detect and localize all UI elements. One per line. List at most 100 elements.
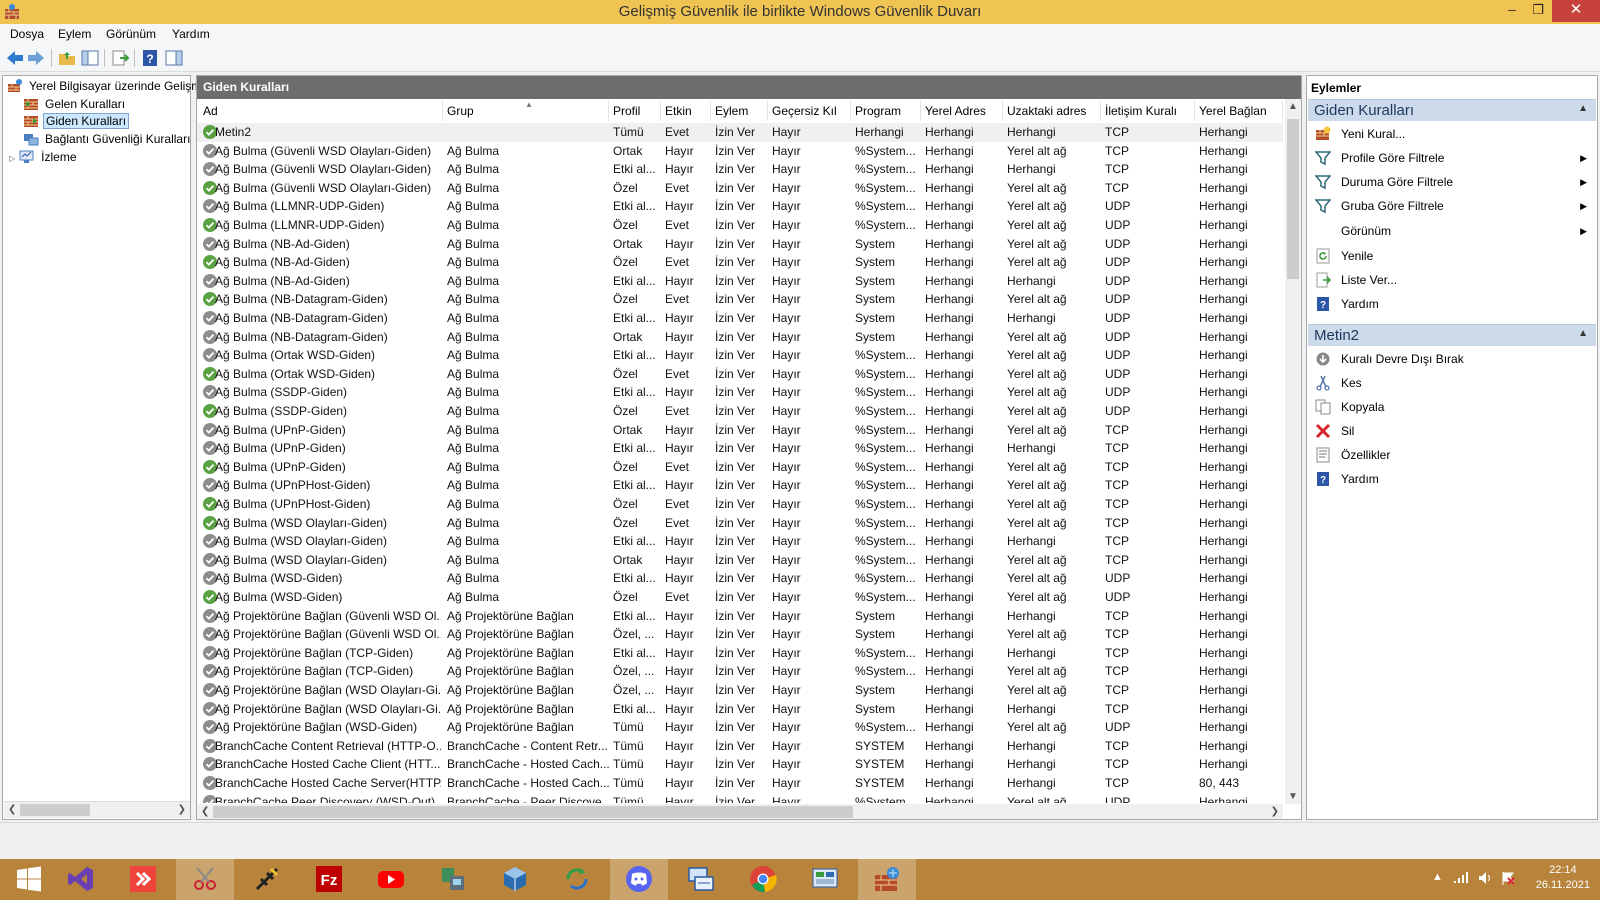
tree-item-inbound-rules[interactable]: Gelen Kuralları bbox=[23, 96, 127, 113]
action-filter-by-profile[interactable]: Profile Göre Filtrele ▶ bbox=[1315, 148, 1595, 168]
taskbar-network-tool[interactable] bbox=[424, 859, 482, 900]
taskbar-chrome[interactable] bbox=[734, 859, 792, 900]
column-header-enabled[interactable]: Etkin bbox=[661, 101, 711, 121]
rule-row[interactable]: Ağ Projektörüne Bağlan (WSD-Giden) Ağ Pro… bbox=[197, 718, 1283, 737]
scroll-right-icon[interactable]: ❯ bbox=[1271, 806, 1279, 817]
scroll-left-icon[interactable]: ❮ bbox=[8, 804, 16, 815]
taskbar-remote-desktop[interactable] bbox=[672, 859, 730, 900]
action-new-rule[interactable]: Yeni Kural... bbox=[1315, 124, 1595, 144]
rule-row[interactable]: Ağ Bulma (SSDP-Giden) Ağ Bulma Etki al... H… bbox=[197, 383, 1283, 402]
rule-row[interactable]: Ağ Bulma (SSDP-Giden) Ağ Bulma Özel Evet İzi… bbox=[197, 402, 1283, 421]
back-arrow-icon[interactable] bbox=[5, 48, 25, 68]
vertical-scrollbar[interactable]: ▲ ▼ bbox=[1285, 99, 1301, 804]
taskbar-3d-app[interactable] bbox=[486, 859, 544, 900]
tray-expand-icon[interactable]: ▲ bbox=[1432, 871, 1443, 883]
show-hide-tree-icon[interactable] bbox=[80, 48, 100, 68]
scroll-down-icon[interactable]: ▼ bbox=[1288, 791, 1298, 802]
horizontal-scrollbar[interactable]: ❮ ❯ bbox=[197, 804, 1283, 819]
menu-view[interactable]: Görünüm bbox=[106, 27, 156, 41]
scroll-up-icon[interactable]: ▲ bbox=[1288, 101, 1298, 112]
rule-row[interactable]: Ağ Bulma (UPnP-Giden) Ağ Bulma Ortak Hayır İ… bbox=[197, 421, 1283, 440]
taskbar-discord[interactable] bbox=[610, 859, 668, 900]
rule-row[interactable]: BranchCache Hosted Cache Server(HTTP... B… bbox=[197, 774, 1283, 793]
taskbar-control-panel[interactable] bbox=[796, 859, 854, 900]
taskbar-launcher[interactable] bbox=[238, 859, 296, 900]
column-header-action[interactable]: Eylem bbox=[711, 101, 768, 121]
actions-section-outbound[interactable]: Giden Kuralları ▲ bbox=[1308, 99, 1596, 121]
scroll-thumb[interactable] bbox=[20, 804, 90, 816]
expand-icon[interactable]: ▷ bbox=[9, 154, 15, 163]
close-button[interactable]: ✕ bbox=[1552, 0, 1600, 22]
rule-row[interactable]: Ağ Bulma (LLMNR-UDP-Giden) Ağ Bulma Etki a… bbox=[197, 197, 1283, 216]
column-header-local-port[interactable]: Yerel Bağlan bbox=[1195, 101, 1283, 121]
taskbar-anydesk[interactable] bbox=[114, 859, 172, 900]
collapse-icon[interactable]: ▲ bbox=[1578, 328, 1588, 339]
column-header-program[interactable]: Program bbox=[851, 101, 921, 121]
menu-file[interactable]: Dosya bbox=[10, 27, 44, 41]
rule-row[interactable]: Metin2 Tümü Evet İzin Ver Hayır Herhangi Herha… bbox=[197, 123, 1283, 142]
maximize-button[interactable]: ❐ bbox=[1522, 0, 1554, 22]
action-filter-by-state[interactable]: Duruma Göre Filtrele ▶ bbox=[1315, 172, 1595, 192]
rule-row[interactable]: BranchCache Hosted Cache Client (HTT... B… bbox=[197, 755, 1283, 774]
rule-row[interactable]: Ağ Projektörüne Bağlan (Güvenli WSD Ol..… bbox=[197, 625, 1283, 644]
taskbar-clock[interactable]: 22:14 26.11.2021 bbox=[1536, 863, 1590, 893]
show-action-pane-icon[interactable] bbox=[164, 48, 184, 68]
taskbar-visual-studio[interactable] bbox=[52, 859, 110, 900]
action-help[interactable]: ? Yardım bbox=[1315, 294, 1595, 314]
action-cut[interactable]: Kes bbox=[1315, 373, 1595, 393]
rule-row[interactable]: Ağ Bulma (UPnPHost-Giden) Ağ Bulma Etki al… bbox=[197, 476, 1283, 495]
collapse-icon[interactable]: ▲ bbox=[1578, 103, 1588, 114]
rule-row[interactable]: Ağ Bulma (WSD-Giden) Ağ Bulma Etki al... Ha… bbox=[197, 569, 1283, 588]
column-header-protocol[interactable]: İletişim Kuralı bbox=[1101, 101, 1195, 121]
rule-row[interactable]: Ağ Bulma (WSD Olayları-Giden) Ağ Bulma Etk… bbox=[197, 532, 1283, 551]
column-header-local-address[interactable]: Yerel Adres bbox=[921, 101, 1003, 121]
taskbar-youtube[interactable] bbox=[362, 859, 420, 900]
column-header-profile[interactable]: Profil bbox=[609, 101, 661, 121]
actions-section-selected-rule[interactable]: Metin2 ▲ bbox=[1308, 324, 1596, 346]
rule-row[interactable]: Ağ Bulma (Güvenli WSD Olayları-Giden) Ağ … bbox=[197, 160, 1283, 179]
scroll-left-icon[interactable]: ❮ bbox=[201, 806, 209, 817]
rule-row[interactable]: Ağ Projektörüne Bağlan (Güvenli WSD Ol..… bbox=[197, 607, 1283, 626]
export-list-icon[interactable] bbox=[110, 48, 130, 68]
action-view[interactable]: Görünüm ▶ bbox=[1315, 221, 1595, 241]
tree-item-monitoring[interactable]: ▷ İzleme bbox=[9, 149, 79, 166]
rule-row[interactable]: Ağ Bulma (Ortak WSD-Giden) Ağ Bulma Özel Ev… bbox=[197, 365, 1283, 384]
rule-row[interactable]: Ağ Bulma (NB-Ad-Giden) Ağ Bulma Özel Evet İz… bbox=[197, 253, 1283, 272]
rule-row[interactable]: Ağ Bulma (Ortak WSD-Giden) Ağ Bulma Etki a… bbox=[197, 346, 1283, 365]
column-header-override[interactable]: Geçersiz Kıl bbox=[768, 101, 851, 121]
rule-row[interactable]: Ağ Bulma (UPnP-Giden) Ağ Bulma Etki al... H… bbox=[197, 439, 1283, 458]
rule-row[interactable]: Ağ Bulma (NB-Ad-Giden) Ağ Bulma Etki al...… bbox=[197, 272, 1283, 291]
taskbar-snipping-tool[interactable] bbox=[176, 859, 234, 900]
help-icon[interactable]: ? bbox=[140, 48, 160, 68]
tree-root[interactable]: Yerel Bilgisayar üzerinde Gelişmi bbox=[7, 78, 206, 95]
taskbar-firewall[interactable] bbox=[858, 859, 916, 900]
rule-row[interactable]: Ağ Projektörüne Bağlan (TCP-Giden) Ağ Pro… bbox=[197, 644, 1283, 663]
taskbar-refresh-app[interactable] bbox=[548, 859, 606, 900]
column-header-remote-address[interactable]: Uzaktaki adres bbox=[1003, 101, 1101, 121]
action-center-flag-icon[interactable] bbox=[1500, 871, 1516, 886]
action-export-list[interactable]: Liste Ver... bbox=[1315, 270, 1595, 290]
rule-row[interactable]: Ağ Bulma (Güvenli WSD Olayları-Giden) Ağ … bbox=[197, 179, 1283, 198]
action-help-rule[interactable]: ? Yardım bbox=[1315, 469, 1595, 489]
column-header-name[interactable]: Ad bbox=[197, 101, 443, 121]
action-filter-by-group[interactable]: Gruba Göre Filtrele ▶ bbox=[1315, 196, 1595, 216]
scroll-thumb[interactable] bbox=[213, 806, 853, 818]
menu-help[interactable]: Yardım bbox=[172, 27, 210, 41]
up-folder-icon[interactable] bbox=[57, 48, 77, 68]
rule-row[interactable]: Ağ Projektörüne Bağlan (WSD Olayları-Gi.… bbox=[197, 681, 1283, 700]
rule-row[interactable]: Ağ Bulma (LLMNR-UDP-Giden) Ağ Bulma Özel Ev… bbox=[197, 216, 1283, 235]
rule-row[interactable]: Ağ Bulma (Güvenli WSD Olayları-Giden) Ağ … bbox=[197, 142, 1283, 161]
rule-row[interactable]: Ağ Bulma (WSD Olayları-Giden) Ağ Bulma Öze… bbox=[197, 514, 1283, 533]
tree-item-outbound-rules[interactable]: Giden Kuralları bbox=[23, 113, 130, 130]
rule-row[interactable]: Ağ Bulma (UPnPHost-Giden) Ağ Bulma Özel Eve… bbox=[197, 495, 1283, 514]
volume-icon[interactable] bbox=[1478, 871, 1494, 885]
action-disable-rule[interactable]: Kuralı Devre Dışı Bırak bbox=[1315, 349, 1595, 369]
rule-row[interactable]: Ağ Bulma (NB-Datagram-Giden) Ağ Bulma Etki… bbox=[197, 309, 1283, 328]
rule-row[interactable]: BranchCache Peer Discovery (WSD-Out) Bran… bbox=[197, 793, 1283, 803]
rule-row[interactable]: Ağ Bulma (UPnP-Giden) Ağ Bulma Özel Evet İzi… bbox=[197, 458, 1283, 477]
action-refresh[interactable]: Yenile bbox=[1315, 246, 1595, 266]
rule-row[interactable]: Ağ Bulma (NB-Datagram-Giden) Ağ Bulma Özel… bbox=[197, 290, 1283, 309]
action-delete[interactable]: Sil bbox=[1315, 421, 1595, 441]
rule-row[interactable]: Ağ Projektörüne Bağlan (TCP-Giden) Ağ Pro… bbox=[197, 662, 1283, 681]
rule-row[interactable]: Ağ Bulma (NB-Datagram-Giden) Ağ Bulma Orta… bbox=[197, 328, 1283, 347]
